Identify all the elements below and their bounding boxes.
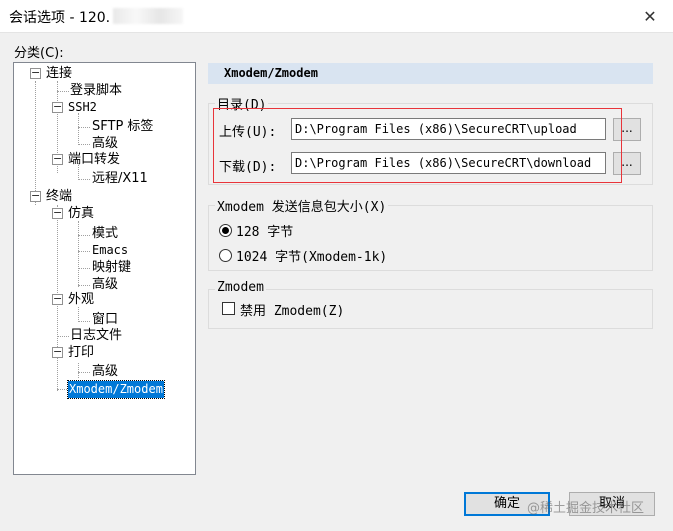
collapse-icon[interactable]: − bbox=[30, 190, 41, 202]
section-title: Xmodem/Zmodem bbox=[208, 63, 653, 84]
tree-item-printing-advanced[interactable]: 高级 bbox=[91, 363, 119, 380]
tree-line bbox=[78, 127, 90, 128]
tree-item-modes[interactable]: 模式 bbox=[91, 225, 119, 242]
radio-128-label[interactable]: 128 字节 bbox=[236, 221, 293, 240]
tree-item-printing[interactable]: 打印 bbox=[67, 344, 95, 361]
collapse-icon[interactable]: − bbox=[52, 346, 63, 358]
tree-line bbox=[78, 307, 79, 322]
category-label: 分类(C): bbox=[14, 46, 64, 61]
collapse-icon[interactable]: − bbox=[52, 207, 63, 219]
collapse-icon[interactable]: − bbox=[30, 67, 41, 79]
tree-line bbox=[78, 268, 90, 269]
redacted-address bbox=[113, 8, 183, 24]
red-highlight-box bbox=[213, 108, 622, 183]
tree-line bbox=[78, 144, 90, 145]
radio-128[interactable] bbox=[219, 224, 232, 237]
tree-item-emulation[interactable]: 仿真 bbox=[67, 205, 95, 222]
tree-item-terminal[interactable]: 终端 bbox=[45, 188, 73, 205]
tree-item-port-forwarding[interactable]: 端口转发 bbox=[67, 151, 121, 168]
tree-line bbox=[57, 91, 69, 92]
disable-zmodem-label[interactable]: 禁用 Zmodem(Z) bbox=[240, 300, 344, 319]
tree-line bbox=[35, 81, 36, 205]
radio-1024-label[interactable]: 1024 字节(Xmodem-1k) bbox=[236, 246, 387, 265]
zmodem-group-label: Zmodem bbox=[215, 280, 266, 295]
close-icon: ✕ bbox=[643, 6, 657, 26]
tree-item-emulation-advanced[interactable]: 高级 bbox=[91, 276, 119, 293]
tree-line bbox=[78, 179, 90, 180]
tree-line bbox=[57, 336, 69, 337]
tree-item-remote-x11[interactable]: 远程/X11 bbox=[91, 170, 149, 187]
tree-line bbox=[78, 363, 79, 378]
tree-item-ssh2-advanced[interactable]: 高级 bbox=[91, 135, 119, 152]
tree-item-xmodem-zmodem[interactable]: Xmodem/Zmodem bbox=[67, 380, 165, 399]
category-tree[interactable]: − − − − − − − 连接 登录脚本 SSH2 SFTP 标签 高级 端口… bbox=[13, 62, 196, 475]
xmodem-packet-label: Xmodem 发送信息包大小(X) bbox=[215, 196, 389, 215]
tree-line bbox=[78, 321, 90, 322]
tree-item-emacs[interactable]: Emacs bbox=[91, 242, 129, 259]
tree-line bbox=[78, 285, 90, 286]
collapse-icon[interactable]: − bbox=[52, 101, 63, 113]
tree-item-appearance[interactable]: 外观 bbox=[67, 291, 95, 308]
tree-line bbox=[78, 113, 79, 143]
collapse-icon[interactable]: − bbox=[52, 153, 63, 165]
watermark: @稀土掘金技术社区 bbox=[527, 501, 645, 516]
close-button[interactable]: ✕ bbox=[627, 0, 673, 32]
tree-line bbox=[78, 235, 90, 236]
tree-item-mapped-keys[interactable]: 映射键 bbox=[91, 259, 132, 276]
window-title: 会话选项 - 120. bbox=[9, 10, 111, 26]
tree-line bbox=[78, 221, 79, 287]
title-bar: 会话选项 - 120. ✕ bbox=[0, 0, 673, 33]
collapse-icon[interactable]: − bbox=[52, 293, 63, 305]
tree-line bbox=[78, 251, 90, 252]
tree-item-connection[interactable]: 连接 bbox=[45, 65, 73, 82]
tree-line bbox=[78, 372, 90, 373]
tree-item-window[interactable]: 窗口 bbox=[91, 311, 119, 328]
tree-item-ssh2[interactable]: SSH2 bbox=[67, 99, 98, 116]
tree-item-sftp-tab[interactable]: SFTP 标签 bbox=[91, 118, 154, 135]
tree-item-log-file[interactable]: 日志文件 bbox=[69, 327, 123, 344]
radio-1024[interactable] bbox=[219, 249, 232, 262]
disable-zmodem-checkbox[interactable] bbox=[222, 302, 235, 315]
tree-item-login-script[interactable]: 登录脚本 bbox=[69, 82, 123, 99]
